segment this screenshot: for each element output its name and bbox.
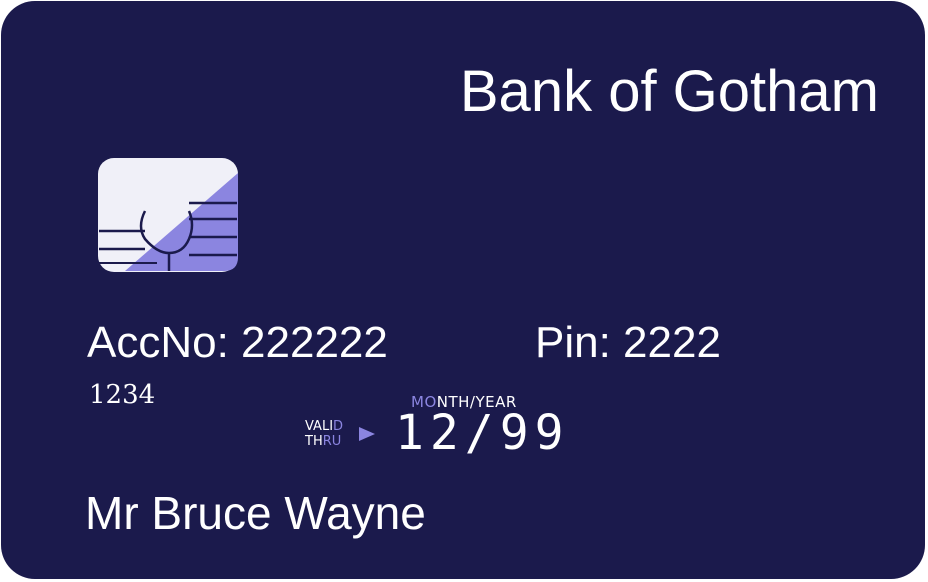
- credit-card: Bank of Gotham AccNo: 222222 Pin: 2222 1…: [1, 1, 925, 579]
- account-number: AccNo: 222222: [87, 318, 388, 367]
- cardholder-name: Mr Bruce Wayne: [85, 487, 426, 539]
- valid-line2-a: TH: [305, 434, 323, 449]
- valid-line1-a: VALI: [305, 419, 334, 434]
- valid-line1-b: D: [333, 419, 344, 434]
- expiry-date: 12/99: [395, 405, 570, 461]
- chip-icon: [98, 158, 238, 272]
- valid-line2-b: RU: [322, 434, 342, 449]
- arrow-right-icon: [359, 427, 375, 441]
- pin-number: Pin: 2222: [535, 318, 721, 367]
- bank-name: Bank of Gotham: [459, 59, 879, 124]
- card-sub-number: 1234: [89, 380, 156, 410]
